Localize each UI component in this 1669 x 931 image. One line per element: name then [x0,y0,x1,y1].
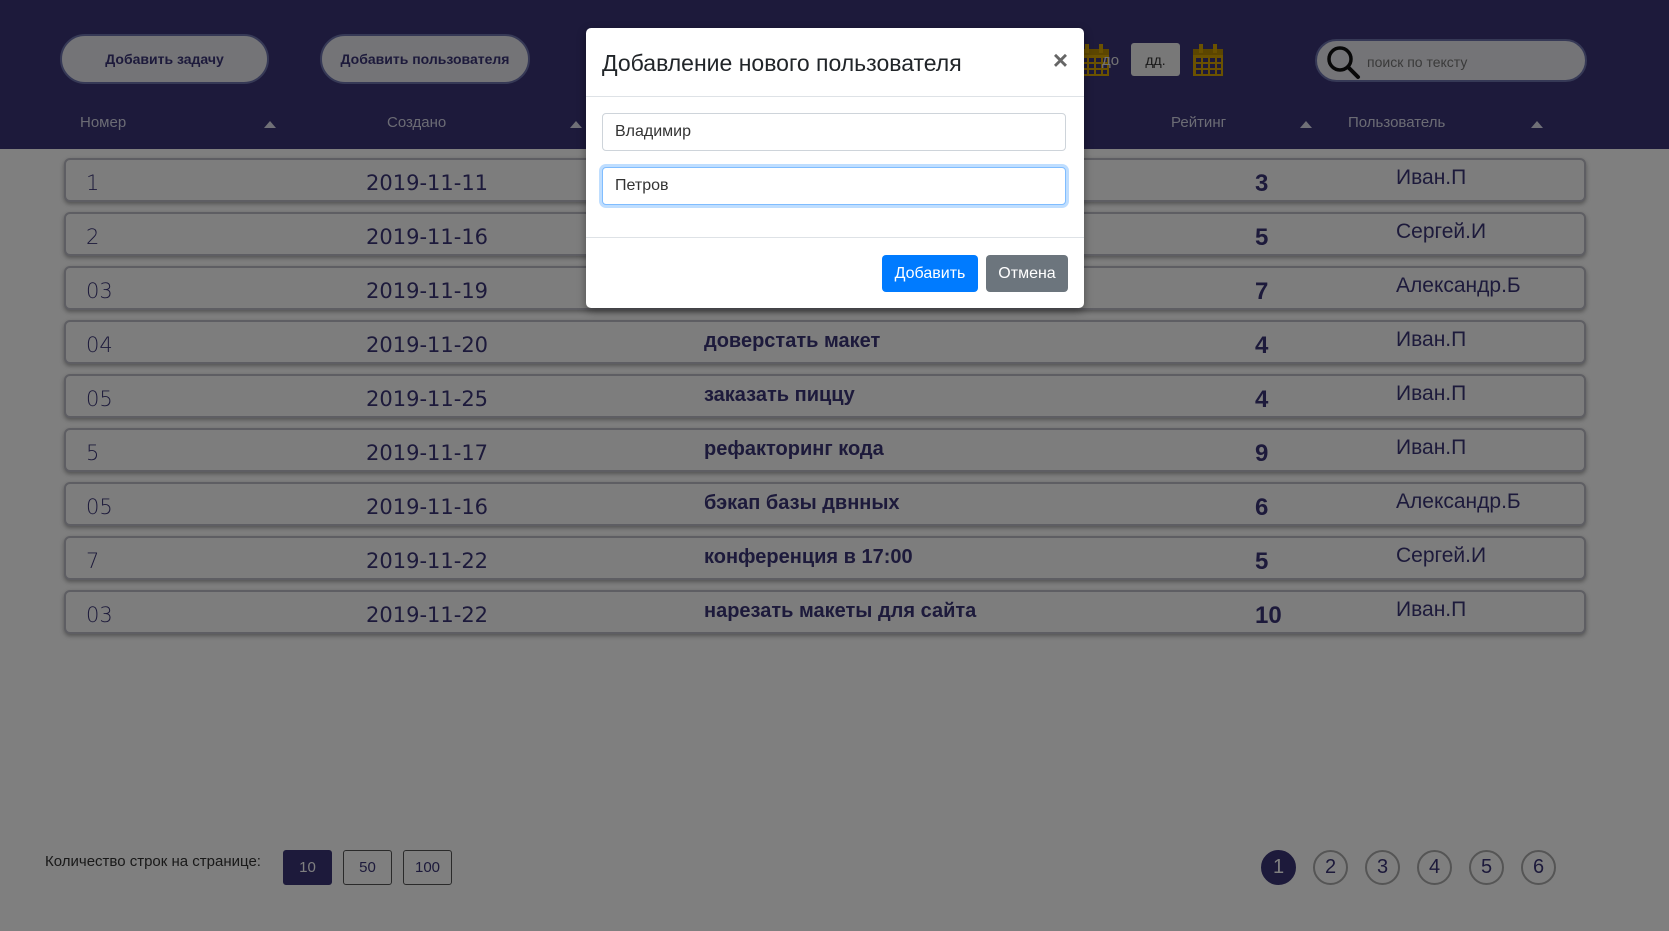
modal-footer-divider [586,237,1084,238]
add-user-modal: Добавление нового пользователя × Добавит… [586,28,1084,308]
modal-header-divider [586,96,1084,97]
close-icon[interactable]: × [1053,45,1068,76]
last-name-field[interactable] [602,167,1066,205]
cancel-button[interactable]: Отмена [986,255,1068,292]
first-name-field[interactable] [602,113,1066,151]
submit-button[interactable]: Добавить [882,255,978,292]
modal-title: Добавление нового пользователя [602,50,962,76]
